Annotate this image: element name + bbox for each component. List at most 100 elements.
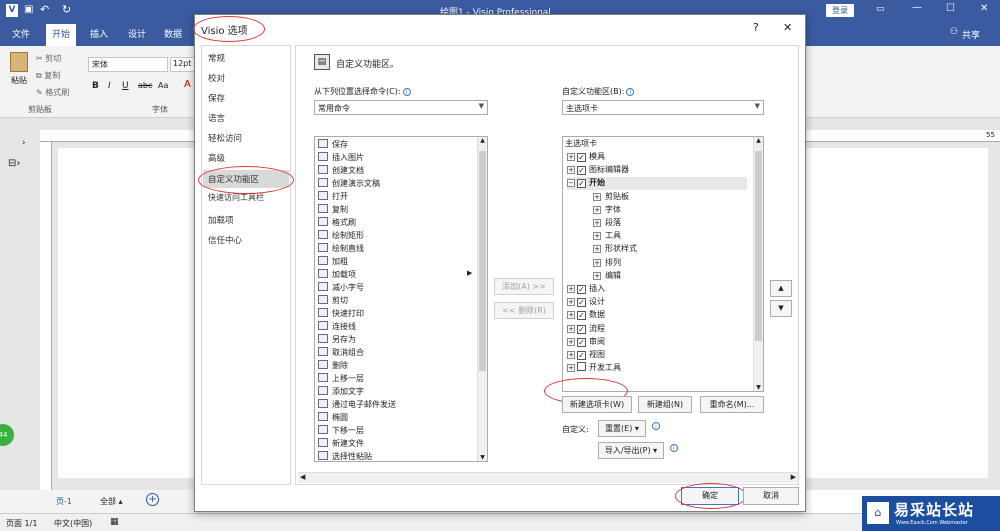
tree-item[interactable]: + 编辑 [593, 270, 621, 283]
redo-icon[interactable]: ↻ [62, 3, 71, 16]
ribbon-display-icon[interactable]: ▭ [876, 4, 885, 14]
tab-file[interactable]: 文件 [12, 27, 30, 40]
maximize-icon[interactable]: ☐ [946, 3, 955, 14]
command-list-item[interactable]: 加载项 [318, 269, 356, 282]
save-quick-icon[interactable]: ▣ [24, 4, 33, 15]
tab-checkbox[interactable] [577, 362, 586, 372]
tree-item[interactable]: + 开发工具 [567, 362, 621, 375]
tab-checkbox[interactable]: ✓ [577, 153, 586, 162]
expand-icon[interactable]: + [567, 298, 575, 307]
format-painter-button[interactable]: ✎ 格式刷 [36, 87, 69, 98]
change-case-button[interactable]: Aa [158, 81, 168, 90]
command-list-item[interactable]: 打开 [318, 191, 348, 204]
command-list-item[interactable]: 创建文档 [318, 165, 364, 178]
collapse-icon[interactable]: − [567, 179, 575, 188]
login-button[interactable]: 登录 [826, 4, 854, 17]
nav-item-add-ins[interactable]: 加载项 [208, 214, 234, 226]
command-list-item[interactable]: 快速打印 [318, 308, 364, 321]
expand-icon[interactable]: + [567, 311, 575, 320]
move-up-button[interactable]: ▲ [770, 280, 792, 297]
expand-icon[interactable]: + [593, 271, 601, 280]
nav-item-language[interactable]: 语言 [208, 112, 225, 124]
nav-item-accessibility[interactable]: 轻松访问 [208, 132, 242, 144]
tree-item[interactable]: + 排列 [593, 257, 621, 270]
paste-button[interactable]: 粘贴 [6, 52, 32, 94]
scroll-down-icon[interactable]: ▼ [478, 454, 487, 461]
horizontal-scrollbar[interactable]: ◀ ▶ [298, 472, 798, 483]
cut-button[interactable]: ✂ 剪切 [36, 53, 61, 64]
macro-icon[interactable]: ▦ [110, 517, 119, 527]
nav-item-trust-center[interactable]: 信任中心 [208, 234, 242, 246]
tree-item[interactable]: + ✓ 数据 [567, 309, 605, 322]
scroll-down-icon[interactable]: ▼ [754, 384, 763, 391]
tab-checkbox[interactable]: ✓ [577, 166, 586, 176]
nav-item-proofing[interactable]: 校对 [208, 72, 225, 84]
new-group-button[interactable]: 新建组(N) [638, 396, 692, 413]
expand-icon[interactable]: + [567, 351, 575, 359]
tree-item[interactable]: + 字体 [593, 204, 621, 217]
tab-design[interactable]: 设计 [128, 27, 146, 40]
reset-button[interactable]: 重置(E) ▾ [598, 420, 646, 437]
tab-checkbox[interactable]: ✓ [577, 324, 586, 334]
expand-icon[interactable]: + [567, 166, 575, 175]
scroll-left-icon[interactable]: ◀ [300, 473, 305, 481]
all-pages-button[interactable]: 全部 ▴ [100, 496, 123, 507]
copy-button[interactable]: ⧉ 复制 [36, 70, 60, 81]
ribbon-tree-scrollbar[interactable]: ▲ ▼ [753, 137, 763, 391]
tree-item[interactable]: + ✓ 视图 [567, 349, 605, 362]
command-list-item[interactable]: 通过电子邮件发送 [318, 399, 396, 412]
command-list-item[interactable]: 下移一层 [318, 425, 364, 438]
tree-item[interactable]: + ✓ 图标编辑器 [567, 164, 629, 177]
command-list-item[interactable]: 另存为 [318, 334, 356, 347]
shapes-panel-icon[interactable]: ⊟› [8, 158, 20, 169]
command-list-item[interactable]: 减小字号 [318, 282, 364, 295]
command-list-item[interactable]: 绘制矩形 [318, 230, 364, 243]
expand-icon[interactable]: + [593, 192, 601, 201]
add-button[interactable]: 添加(A) >> [494, 278, 554, 295]
add-page-button[interactable]: + [146, 493, 159, 506]
tab-checkbox[interactable]: ✓ [577, 179, 586, 189]
command-list-item[interactable]: 创建演示文稿 [318, 178, 380, 191]
nav-item-general[interactable]: 常规 [208, 52, 225, 64]
expand-icon[interactable]: + [567, 153, 575, 161]
strikethrough-button[interactable]: abc [138, 81, 152, 90]
expand-icon[interactable]: + [593, 245, 601, 254]
command-list-item[interactable]: 新建文件 [318, 438, 364, 451]
command-list-item[interactable]: 添加文字 [318, 386, 364, 399]
command-list-item[interactable]: 上移一层 [318, 373, 364, 386]
ribbon-tree[interactable]: 主选项卡 + ✓ 模具 + ✓ 图标编辑器 − ✓ 开始 + 剪贴板 + 字体 + 段落 + 工具 + 形状样式 + 排… [562, 136, 764, 392]
move-down-button[interactable]: ▼ [770, 300, 792, 317]
command-list[interactable]: 保存 插入图片 创建文档 创建演示文稿 打开 复制 格式刷 绘制矩形 绘制直线 加粗 加载项 减小字号… [314, 136, 488, 462]
command-list-item[interactable]: 复制 [318, 204, 348, 217]
new-tab-button[interactable]: 新建选项卡(W) [562, 396, 632, 413]
share-button[interactable]: 共享 [962, 28, 980, 41]
expand-icon[interactable]: + [567, 364, 575, 373]
tree-item[interactable]: + ✓ 审阅 [567, 336, 605, 349]
help-button[interactable]: ? [753, 21, 759, 34]
command-list-item[interactable]: 保存 [318, 139, 348, 152]
shapes-expand-icon[interactable]: › [22, 138, 26, 148]
tree-item[interactable]: − ✓ 开始 [567, 177, 747, 191]
tab-home[interactable]: 开始 [46, 24, 77, 46]
command-list-item[interactable]: 加粗 [318, 256, 348, 269]
font-name-combo[interactable]: 宋体 [88, 57, 168, 72]
command-list-item[interactable]: 连接线 [318, 321, 356, 334]
scroll-right-icon[interactable]: ▶ [791, 473, 796, 481]
italic-button[interactable]: I [108, 81, 111, 91]
bold-button[interactable]: B [92, 81, 99, 91]
nav-item-advanced[interactable]: 高级 [208, 152, 225, 164]
tab-checkbox[interactable]: ✓ [577, 311, 586, 321]
minimize-icon[interactable]: — [912, 2, 922, 13]
dialog-close-button[interactable]: ✕ [783, 21, 792, 34]
nav-item-save[interactable]: 保存 [208, 92, 225, 104]
command-list-item[interactable]: 选择性粘贴 [318, 451, 372, 461]
undo-icon[interactable]: ↶ [40, 3, 49, 16]
tab-checkbox[interactable]: ✓ [577, 285, 586, 294]
tab-data[interactable]: 数据 [164, 27, 182, 40]
command-list-item[interactable]: 剪切 [318, 295, 348, 308]
tree-item[interactable]: + ✓ 插入 [567, 283, 605, 296]
expand-icon[interactable]: + [593, 258, 601, 267]
tree-item[interactable]: + 形状样式 [593, 243, 637, 256]
nav-item-quick-access-toolbar[interactable]: 快速访问工具栏 [208, 192, 264, 203]
tab-checkbox[interactable]: ✓ [577, 298, 586, 308]
